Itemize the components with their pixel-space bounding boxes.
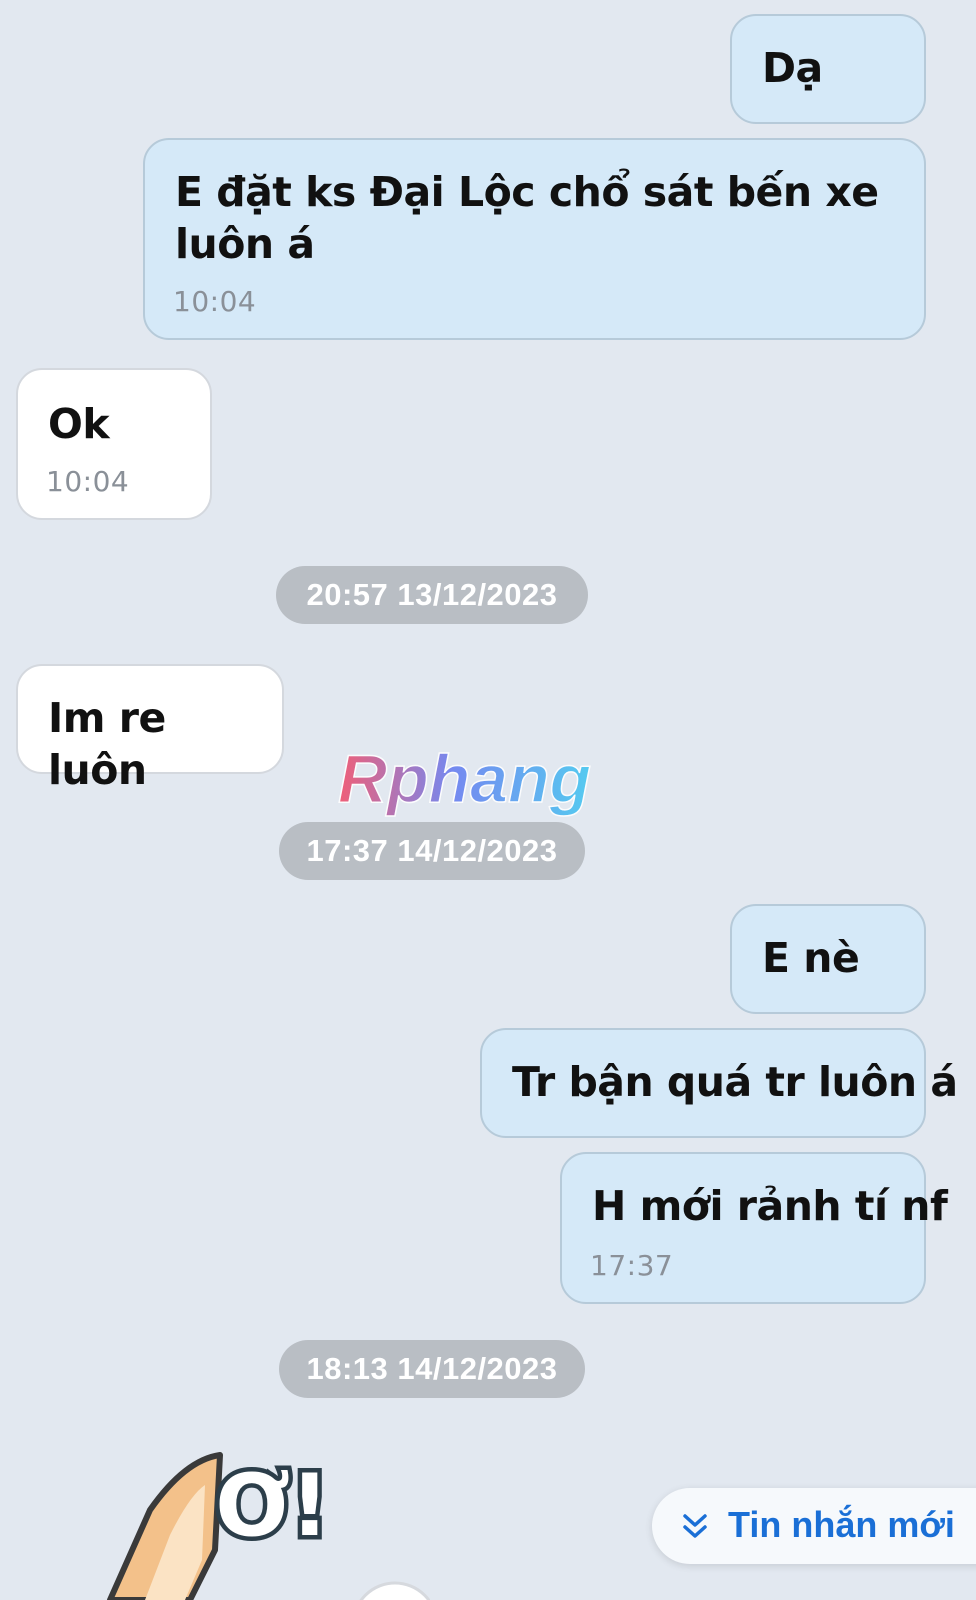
date-separator: 18:13 14/12/2023	[279, 1340, 585, 1398]
message-time: 17:37	[590, 1249, 674, 1282]
message-text: E đặt ks Đại Lộc chổ sát bến xe luôn á	[175, 168, 879, 268]
message-text: H mới rảnh tí nf	[592, 1182, 948, 1230]
message-bubble-outgoing[interactable]: H mới rảnh tí nf 17:37	[560, 1152, 948, 1304]
new-messages-button[interactable]: Tin nhắn mới	[652, 1488, 976, 1564]
message-bubble-incoming[interactable]: Im re luôn	[16, 664, 284, 794]
fox-sticker-icon[interactable]: Ơ!	[90, 1440, 430, 1600]
watermark-text: Rphang	[338, 741, 591, 817]
date-separator: 20:57 13/12/2023	[276, 566, 588, 624]
message-bubble-outgoing[interactable]: Tr bận quá tr luôn á	[480, 1028, 958, 1138]
message-text: Dạ	[762, 44, 823, 92]
sticker-text: Ơ!	[215, 1456, 329, 1556]
message-text: E nè	[762, 934, 860, 982]
double-chevron-down-icon	[683, 1514, 707, 1538]
new-messages-label: Tin nhắn mới	[728, 1504, 955, 1545]
message-bubble-outgoing[interactable]: Dạ	[730, 14, 926, 124]
message-text: Im re luôn	[48, 694, 166, 794]
message-bubble-outgoing[interactable]: E nè	[730, 904, 926, 1014]
message-time: 10:04	[173, 285, 257, 318]
message-text: Tr bận quá tr luôn á	[512, 1058, 958, 1106]
watermark-logo: Rphang	[337, 740, 592, 818]
date-separator: 17:37 14/12/2023	[279, 822, 585, 880]
message-bubble-incoming[interactable]: Ok 10:04	[16, 368, 212, 520]
message-text: Ok	[48, 400, 110, 448]
message-bubble-outgoing[interactable]: E đặt ks Đại Lộc chổ sát bến xe luôn á 1…	[143, 138, 926, 340]
message-time: 10:04	[46, 465, 130, 498]
